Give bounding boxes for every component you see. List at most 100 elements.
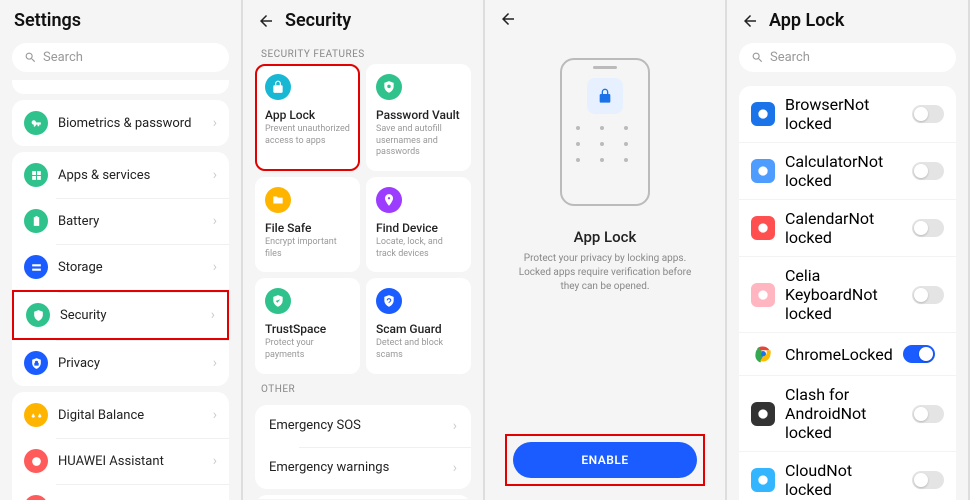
tile-app-lock[interactable]: App LockPrevent unauthorized access to a… — [255, 64, 360, 171]
settings-row-privacy[interactable]: Privacy› — [12, 340, 229, 386]
search-placeholder: Search — [43, 50, 83, 65]
enable-button[interactable]: ENABLE — [513, 442, 697, 478]
app-info: CalculatorNot locked — [785, 152, 902, 190]
chevron-right-icon: › — [213, 407, 217, 423]
app-icon — [751, 342, 775, 366]
privacy-icon — [24, 351, 48, 375]
other-row-emergency-sos[interactable]: Emergency SOS› — [255, 405, 471, 447]
app-name: Calculator — [785, 152, 857, 171]
security-tiles: App LockPrevent unauthorized access to a… — [243, 64, 483, 374]
settings-panel: Settings Search Biometrics & password›Ap… — [0, 0, 243, 500]
other-row-emergency-warnings[interactable]: Emergency warnings› — [255, 447, 471, 489]
app-name: Cloud — [785, 461, 826, 480]
tile-desc: Save and autofill usernames and password… — [376, 124, 461, 159]
row-label: Storage — [58, 260, 203, 275]
applock-scroll[interactable]: BrowserNot lockedCalculatorNot lockedCal… — [727, 80, 968, 500]
app-row-calendar: CalendarNot locked — [739, 199, 956, 256]
app-info: ChromeLocked — [785, 345, 893, 364]
row-label: Emergency SOS — [269, 418, 443, 433]
row-label: Apps & services — [58, 168, 203, 183]
app-name: Chrome — [785, 345, 841, 364]
other-group: App security center›SIM PIN› — [255, 495, 471, 499]
app-icon — [751, 159, 775, 183]
app-info: BrowserNot locked — [785, 95, 902, 133]
app-toggle[interactable] — [912, 105, 944, 123]
app-toggle[interactable] — [912, 471, 944, 489]
tile-desc: Locate, lock, and track devices — [376, 237, 461, 260]
applock-search[interactable]: Search — [739, 43, 956, 72]
back-button[interactable] — [499, 10, 517, 28]
row-label: Security — [60, 308, 201, 323]
security-title: Security — [285, 10, 351, 31]
app-icon — [751, 402, 775, 426]
chevron-right-icon: › — [453, 460, 457, 476]
applock-heading: App Lock — [574, 228, 637, 246]
scam-icon — [376, 288, 402, 314]
applock-list-title: App Lock — [769, 10, 844, 31]
row-label: Battery — [58, 214, 203, 229]
search-icon — [751, 51, 764, 64]
app-name: Celia Keyboard — [785, 266, 852, 304]
settings-row-storage[interactable]: Storage › — [12, 244, 229, 290]
settings-row-wallet-pay[interactable]: Wallet & Pay› — [12, 484, 229, 500]
battery-icon — [24, 209, 48, 233]
app-icon — [751, 468, 775, 492]
app-toggle[interactable] — [903, 345, 935, 363]
back-button[interactable] — [741, 12, 759, 30]
app-toggle[interactable] — [912, 405, 944, 423]
settings-row-security[interactable]: Security› — [12, 290, 229, 340]
applock-list-header: App Lock — [727, 0, 968, 39]
tile-title: TrustSpace — [265, 322, 350, 336]
chevron-right-icon: › — [213, 259, 217, 275]
settings-group: Biometrics & password› — [12, 100, 229, 146]
check-icon — [265, 288, 291, 314]
folder-icon — [265, 187, 291, 213]
back-button[interactable] — [257, 12, 275, 30]
key-icon — [24, 111, 48, 135]
settings-scroll[interactable]: Biometrics & password›Apps & services›Ba… — [0, 80, 241, 500]
applock-intro-panel: App Lock Protect your privacy by locking… — [485, 0, 727, 500]
tile-title: File Safe — [265, 221, 350, 235]
row-label: Biometrics & password — [58, 116, 203, 131]
tile-find-device[interactable]: Find DeviceLocate, lock, and track devic… — [366, 177, 471, 272]
tile-scam-guard[interactable]: Scam GuardDetect and block scams — [366, 278, 471, 373]
tile-desc: Detect and block scams — [376, 338, 461, 361]
pin-icon — [376, 187, 402, 213]
tile-password-vault[interactable]: Password VaultSave and autofill username… — [366, 64, 471, 171]
settings-row-battery[interactable]: Battery› — [12, 198, 229, 244]
settings-row-huawei-assistant[interactable]: HUAWEI Assistant› — [12, 438, 229, 484]
settings-row-apps-services[interactable]: Apps & services› — [12, 152, 229, 198]
other-row-app-security-center[interactable]: App security center› — [255, 495, 471, 499]
app-icon — [751, 283, 775, 307]
app-row-clash-for-android: Clash for AndroidNot locked — [739, 375, 956, 451]
search-icon — [24, 51, 37, 64]
security-header: Security — [243, 0, 483, 39]
settings-row-biometrics-password[interactable]: Biometrics & password› — [12, 100, 229, 146]
apps-icon — [24, 163, 48, 187]
search-placeholder: Search — [770, 50, 810, 65]
settings-search[interactable]: Search — [12, 43, 229, 72]
app-toggle[interactable] — [912, 219, 944, 237]
lock-icon — [265, 74, 291, 100]
section-other-label: OTHER — [243, 374, 483, 399]
security-scroll[interactable]: SECURITY FEATURES App LockPrevent unauth… — [243, 39, 483, 499]
partial-group-top — [12, 80, 229, 94]
app-info: CloudNot locked — [785, 461, 902, 499]
app-list: BrowserNot lockedCalculatorNot lockedCal… — [739, 86, 956, 500]
app-name: Browser — [785, 95, 844, 114]
storage-icon — [24, 255, 48, 279]
app-toggle[interactable] — [912, 162, 944, 180]
settings-row-digital-balance[interactable]: Digital Balance › — [12, 392, 229, 438]
assistant-icon — [24, 449, 48, 473]
app-info: Celia KeyboardNot locked — [785, 266, 902, 323]
tile-trustspace[interactable]: TrustSpaceProtect your payments — [255, 278, 360, 373]
phone-illustration — [560, 58, 650, 206]
row-label: Privacy — [58, 356, 203, 371]
app-toggle[interactable] — [912, 286, 944, 304]
row-label: Digital Balance — [58, 408, 203, 423]
lock-icon — [587, 78, 623, 114]
app-info: CalendarNot locked — [785, 209, 902, 247]
shield-icon — [26, 303, 50, 327]
settings-group: Apps & services›Battery› Storage › Security… — [12, 152, 229, 386]
tile-file-safe[interactable]: File SafeEncrypt important files — [255, 177, 360, 272]
